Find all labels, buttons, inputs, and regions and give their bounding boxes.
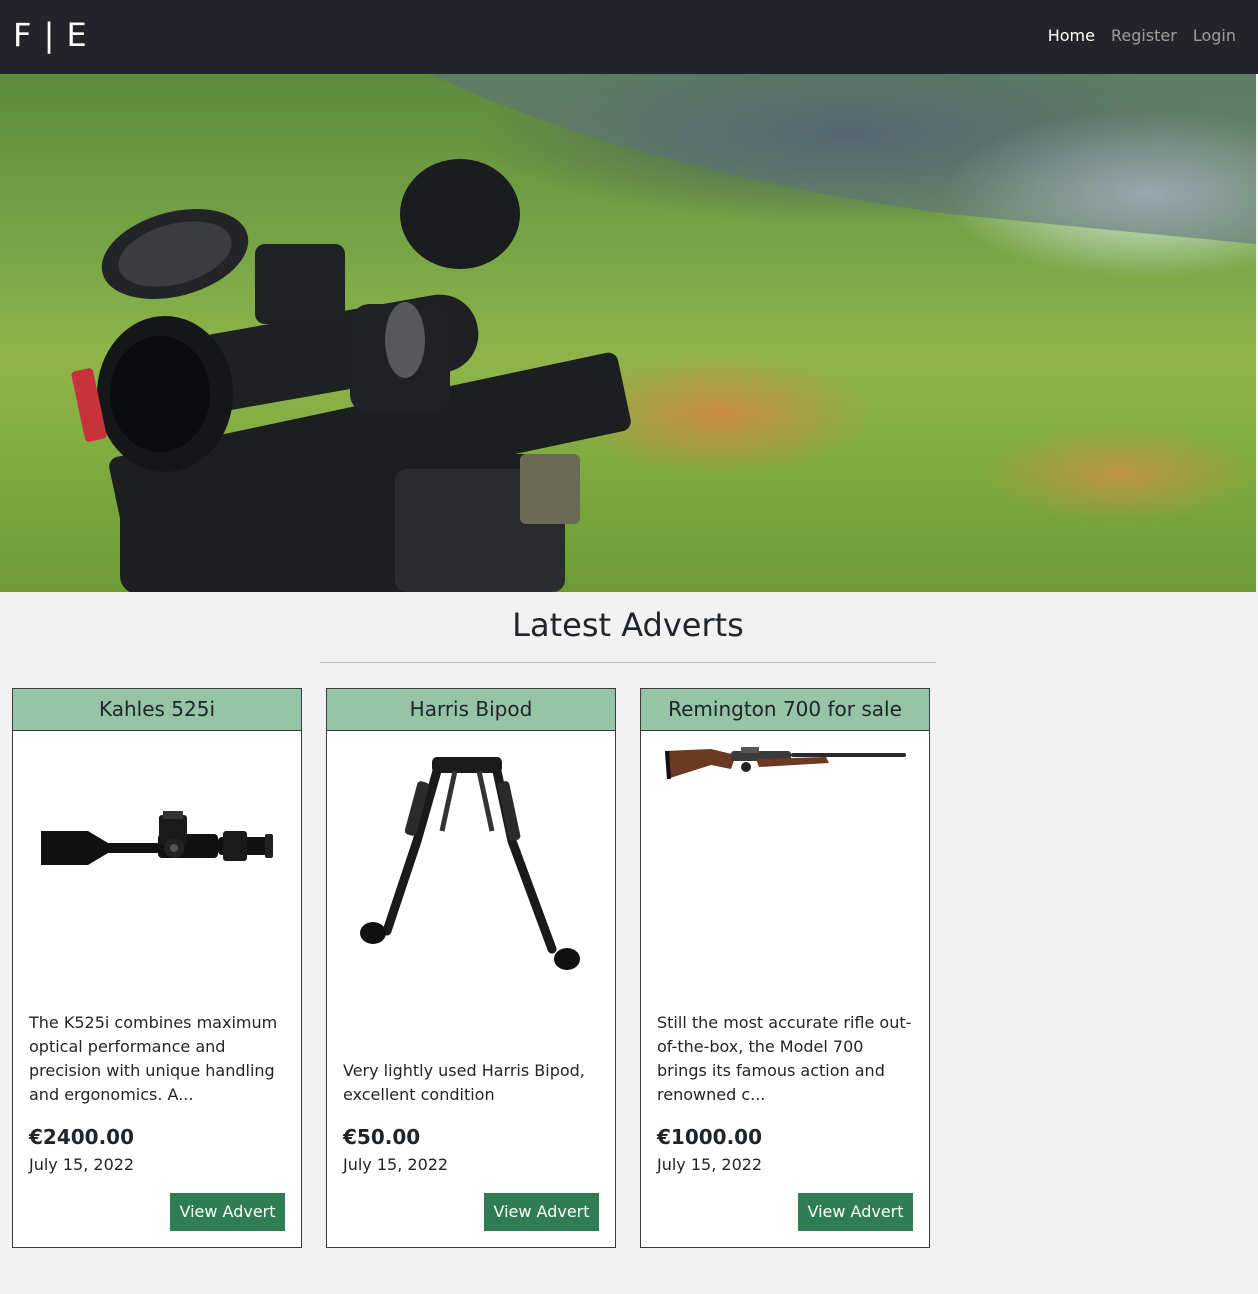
advert-title: Harris Bipod	[327, 689, 615, 731]
advert-description: Very lightly used Harris Bipod, excellen…	[343, 1061, 585, 1104]
advert-price: €2400.00	[29, 1125, 135, 1149]
advert-price: €50.00	[343, 1125, 421, 1149]
section-title: Latest Adverts	[512, 606, 744, 644]
view-advert-button[interactable]: View Advert	[170, 1193, 285, 1231]
hero-banner-image	[0, 74, 1256, 592]
advert-title: Kahles 525i	[13, 689, 301, 731]
rifle-image	[641, 731, 929, 1001]
rifle-scope-hero-illustration	[71, 74, 1256, 592]
section-divider	[320, 662, 936, 663]
advert-description: The K525i combines maximum optical perfo…	[29, 1013, 278, 1104]
advert-card: Kahles 525i The K525i combines maximum o…	[12, 688, 302, 1248]
advert-title: Remington 700 for sale	[641, 689, 929, 731]
nav-login-link[interactable]: Login	[1193, 26, 1236, 45]
view-advert-button[interactable]: View Advert	[484, 1193, 599, 1231]
bipod-image	[327, 731, 615, 1001]
advert-description: Still the most accurate rifle out-of-the…	[657, 1013, 912, 1104]
navbar: F | E Home Register Login	[0, 0, 1258, 74]
nav-links: Home Register Login	[1048, 26, 1236, 45]
advert-card: Harris Bipod Very lightly used Harris Bi…	[326, 688, 616, 1248]
brand-logo[interactable]: F | E	[13, 16, 88, 54]
rifle-scope-image	[13, 731, 301, 1001]
advert-card: Remington 700 for sale Still the most ac…	[640, 688, 930, 1248]
nav-register-link[interactable]: Register	[1111, 26, 1177, 45]
nav-home-link[interactable]: Home	[1048, 26, 1095, 45]
advert-price: €1000.00	[657, 1125, 763, 1149]
advert-date: July 15, 2022	[29, 1155, 135, 1174]
view-advert-button[interactable]: View Advert	[798, 1193, 913, 1231]
advert-date: July 15, 2022	[657, 1155, 763, 1174]
advert-date: July 15, 2022	[343, 1155, 449, 1174]
